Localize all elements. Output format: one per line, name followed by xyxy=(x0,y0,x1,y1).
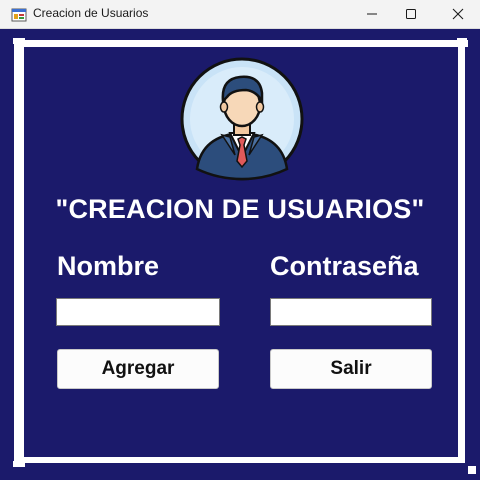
contrasena-input[interactable] xyxy=(270,298,432,326)
maximize-icon xyxy=(406,9,416,19)
minimize-icon xyxy=(367,13,377,15)
contrasena-label: Contraseña xyxy=(270,251,419,281)
salir-button[interactable]: Salir xyxy=(270,349,432,389)
app-form-icon[interactable] xyxy=(11,7,27,23)
title-bar: Creacion de Usuarios xyxy=(0,0,480,29)
border-left xyxy=(14,42,24,463)
close-button[interactable] xyxy=(436,0,480,28)
border-top xyxy=(14,40,468,47)
border-corner xyxy=(13,461,25,467)
border-bottom xyxy=(24,457,462,463)
close-icon xyxy=(452,8,464,20)
user-avatar-icon xyxy=(180,57,304,181)
border-corner xyxy=(13,38,25,44)
window-title: Creacion de Usuarios xyxy=(33,6,149,20)
maximize-button[interactable] xyxy=(389,0,433,28)
nombre-label: Nombre xyxy=(57,251,160,281)
nombre-input[interactable] xyxy=(56,298,220,326)
border-right xyxy=(458,39,465,463)
resize-grip[interactable] xyxy=(468,466,476,474)
border-corner xyxy=(457,38,467,44)
agregar-button[interactable]: Agregar xyxy=(57,349,219,389)
form-heading: "CREACION DE USUARIOS" xyxy=(55,194,425,224)
minimize-button[interactable] xyxy=(350,0,394,28)
form-client-area: "CREACION DE USUARIOS" Nombre Contraseña… xyxy=(0,29,480,480)
